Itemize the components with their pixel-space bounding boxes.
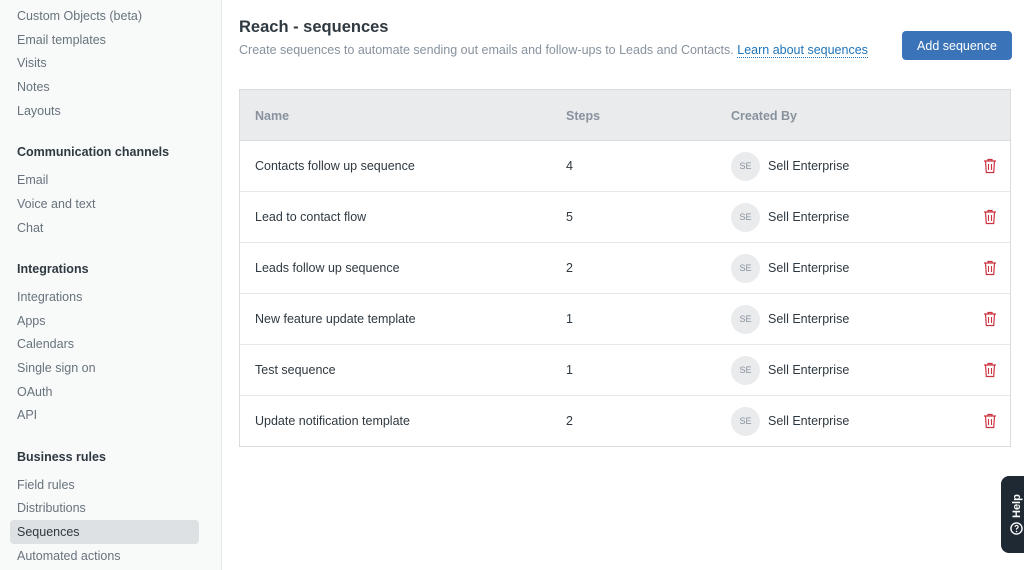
table-row[interactable]: New feature update template 1 SE Sell Enter… bbox=[240, 294, 1010, 345]
sidebar-item-voice-and-text[interactable]: Voice and text bbox=[10, 192, 199, 216]
avatar: SE bbox=[731, 356, 760, 385]
avatar: SE bbox=[731, 203, 760, 232]
delete-trash-icon[interactable] bbox=[983, 413, 997, 429]
delete-trash-icon[interactable] bbox=[983, 311, 997, 327]
avatar: SE bbox=[731, 152, 760, 181]
sidebar-item-layouts[interactable]: Layouts bbox=[10, 99, 199, 123]
sequence-steps: 2 bbox=[566, 261, 573, 275]
learn-about-sequences-link[interactable]: Learn about sequences bbox=[737, 43, 868, 58]
sequence-name[interactable]: Leads follow up sequence bbox=[255, 261, 400, 275]
column-header-steps[interactable]: Steps bbox=[566, 109, 600, 123]
table-row[interactable]: Lead to contact flow 5 SE Sell Enterprise bbox=[240, 192, 1010, 243]
avatar: SE bbox=[731, 407, 760, 436]
sidebar-item-notes[interactable]: Notes bbox=[10, 75, 199, 99]
page-title: Reach - sequences bbox=[239, 18, 389, 36]
sidebar-item-single-sign-on[interactable]: Single sign on bbox=[10, 356, 199, 380]
avatar: SE bbox=[731, 254, 760, 283]
table-row[interactable]: Update notification template 2 SE Sell Ente… bbox=[240, 396, 1010, 446]
sidebar-item-apps[interactable]: Apps bbox=[10, 309, 199, 333]
section-heading-business-rules: Business rules bbox=[17, 450, 106, 464]
creator-name: Sell Enterprise bbox=[768, 414, 850, 428]
sidebar-item-chat[interactable]: Chat bbox=[10, 216, 199, 240]
add-sequence-button[interactable]: Add sequence bbox=[902, 31, 1012, 60]
sequence-name[interactable]: Update notification template bbox=[255, 414, 410, 428]
sequences-table: Name Steps Created By Contacts follow up… bbox=[239, 89, 1011, 447]
creator-name: Sell Enterprise bbox=[768, 363, 850, 377]
sequence-steps: 4 bbox=[566, 159, 573, 173]
sequence-name[interactable]: Contacts follow up sequence bbox=[255, 159, 415, 173]
section-heading-communication: Communication channels bbox=[17, 145, 170, 159]
sidebar-item-integrations[interactable]: Integrations bbox=[10, 285, 199, 309]
sidebar-item-api[interactable]: API bbox=[10, 403, 199, 427]
sidebar-item-sequences[interactable]: Sequences bbox=[10, 520, 199, 544]
table-row[interactable]: Test sequence 1 SE Sell Enterprise bbox=[240, 345, 1010, 396]
table-row[interactable]: Contacts follow up sequence 4 SE Sell Enter… bbox=[240, 141, 1010, 192]
help-button[interactable]: Help bbox=[1001, 476, 1024, 553]
sequence-name[interactable]: Lead to contact flow bbox=[255, 210, 366, 224]
description-text: Create sequences to automate sending out… bbox=[239, 43, 734, 57]
sidebar-item-automated-actions[interactable]: Automated actions bbox=[10, 544, 199, 568]
sidebar-item-distributions[interactable]: Distributions bbox=[10, 496, 199, 520]
sidebar-item-custom-objects[interactable]: Custom Objects (beta) bbox=[10, 4, 199, 28]
sequence-steps: 1 bbox=[566, 363, 573, 377]
creator-name: Sell Enterprise bbox=[768, 312, 850, 326]
creator-name: Sell Enterprise bbox=[768, 210, 850, 224]
delete-trash-icon[interactable] bbox=[983, 362, 997, 378]
sidebar-item-email-templates[interactable]: Email templates bbox=[10, 28, 199, 52]
table-header: Name Steps Created By bbox=[240, 90, 1010, 141]
sidebar-item-oauth[interactable]: OAuth bbox=[10, 380, 199, 404]
sequence-steps: 1 bbox=[566, 312, 573, 326]
help-label: Help bbox=[1011, 494, 1023, 518]
section-heading-integrations: Integrations bbox=[17, 262, 89, 276]
delete-trash-icon[interactable] bbox=[983, 260, 997, 276]
main-content: Reach - sequences Create sequences to au… bbox=[222, 0, 1024, 570]
creator-name: Sell Enterprise bbox=[768, 159, 850, 173]
settings-sidebar: Custom Objects (beta) Email templates Vi… bbox=[0, 0, 222, 570]
sequence-name[interactable]: New feature update template bbox=[255, 312, 416, 326]
delete-trash-icon[interactable] bbox=[983, 209, 997, 225]
sequence-name[interactable]: Test sequence bbox=[255, 363, 336, 377]
creator-name: Sell Enterprise bbox=[768, 261, 850, 275]
sidebar-item-field-rules[interactable]: Field rules bbox=[10, 473, 199, 497]
sidebar-item-visits[interactable]: Visits bbox=[10, 51, 199, 75]
sequence-steps: 2 bbox=[566, 414, 573, 428]
column-header-created-by[interactable]: Created By bbox=[731, 109, 797, 123]
help-circle-icon bbox=[1010, 522, 1023, 535]
delete-trash-icon[interactable] bbox=[983, 158, 997, 174]
sequence-steps: 5 bbox=[566, 210, 573, 224]
avatar: SE bbox=[731, 305, 760, 334]
page-description: Create sequences to automate sending out… bbox=[239, 43, 868, 58]
sidebar-item-calendars[interactable]: Calendars bbox=[10, 332, 199, 356]
table-row[interactable]: Leads follow up sequence 2 SE Sell Enterpri… bbox=[240, 243, 1010, 294]
column-header-name[interactable]: Name bbox=[255, 109, 289, 123]
sidebar-item-email[interactable]: Email bbox=[10, 168, 199, 192]
table-body: Contacts follow up sequence 4 SE Sell Enter… bbox=[240, 141, 1010, 446]
